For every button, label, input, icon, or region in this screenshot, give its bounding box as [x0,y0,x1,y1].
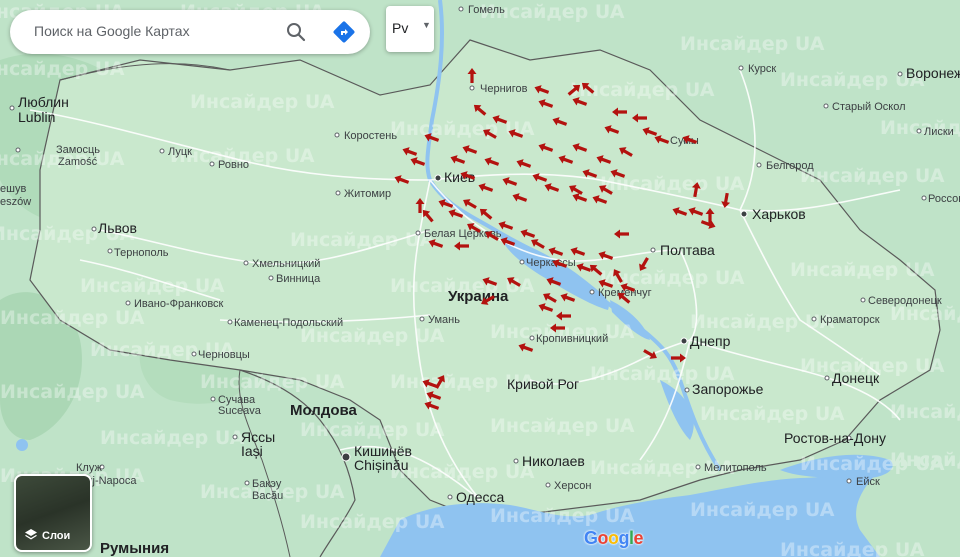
city-label: Iași [241,443,263,459]
city-label: ешув [0,183,26,195]
watermark: Инсайдер UA [790,259,935,281]
city-label: Херсон [554,480,591,492]
city-label: Хмельницкий [252,258,320,270]
watermark: Инсайдер UA [780,69,925,91]
city-label: Кривой Рог [507,376,579,392]
city-label: Ивано-Франковск [134,298,224,310]
layers-label: Слои [42,530,71,542]
search-input[interactable] [32,22,276,40]
city-label: Ростов-на-Дону [784,430,886,446]
watermark: Инсайдер UA [0,381,145,403]
city-label: Бакэу [252,478,282,490]
city-label: Львов [98,220,137,236]
city-label: Россош [928,193,960,205]
watermark: Инсайдер UA [680,33,825,55]
watermark: Инсайдер UA [200,371,345,393]
watermark: Инсайдер UA [190,91,335,113]
country-label: Румыния [100,540,169,557]
watermark: Инсайдер UA [290,229,435,251]
city-label: Клуж [76,462,102,474]
city-label: Полтава [660,242,715,258]
city-label: Северодонецк [868,295,942,307]
city-label: Днепр [690,333,731,349]
watermark: Инсайдер UA [780,539,925,557]
city-label: Bacău [252,490,283,502]
city-label: Николаев [522,453,585,469]
city-label: Винница [276,273,321,285]
google-logo-letter: e [633,528,644,548]
city-label: Люблин [18,94,69,110]
chevron-down-icon: ▼ [422,20,431,30]
language-label: Рv [392,20,409,36]
search-box [10,10,370,54]
country-label: Молдова [290,402,358,419]
city-label: Ейск [856,476,880,488]
city-label: Старый Оскол [832,101,906,113]
city-label: Житомир [344,188,391,200]
watermark: Инсайдер UA [690,499,835,521]
city-label: Lublin [18,109,55,125]
city-label: Замосць [56,144,100,156]
city-label: Suceava [218,405,262,417]
watermark: Инсайдер UA [490,505,635,527]
watermark: Инсайдер UA [0,307,145,329]
watermark: Инсайдер UA [800,165,945,187]
city-label: Черновцы [198,349,250,361]
city-label: Донецк [832,370,880,386]
watermark: Инсайдер UA [300,511,445,533]
city-label: Луцк [168,146,192,158]
city-label: Каменец-Подольский [234,317,343,329]
city-label: Курск [748,63,776,75]
city-label: Кропивницкий [536,333,608,345]
city-label: Гомель [468,4,505,16]
city-label: Коростень [344,130,397,142]
watermark: Инсайдер UA [890,401,960,423]
city-label: Мелитополь [704,462,767,474]
city-label: Чернигов [480,83,528,95]
watermark: Инсайдер UA [0,58,125,80]
map-canvas[interactable]: Инсайдер UA Инсайдер UA Инсайдер UA Инса… [0,0,960,557]
google-logo: Google [584,528,644,549]
directions-icon[interactable] [332,20,356,44]
city-label: Тернополь [114,247,169,259]
city-label: Одесса [456,489,505,505]
google-logo-letter: G [584,528,598,548]
city-label: Белгород [766,160,814,172]
search-icon[interactable] [284,20,308,44]
country-label: Украина [448,288,509,305]
city-label: Умань [428,314,460,326]
watermark: Инсайдер UA [490,415,635,437]
city-label: eszów [0,196,31,208]
watermark: Инсайдер UA [300,419,445,441]
watermark: Инсайдер UA [890,449,960,471]
city-label: Краматорск [820,314,880,326]
watermark: Инсайдер UA [390,461,535,483]
lake [16,439,28,451]
city-label: Воронеж [906,65,960,81]
layers-icon [25,529,37,540]
watermark: Инсайдер UA [80,275,225,297]
language-button[interactable]: Рv ▼ [386,6,434,52]
city-label: Ровно [218,159,249,171]
city-label: Лиски [924,126,954,138]
watermark: Инсайдер UA [690,311,835,333]
google-logo-letter: o [597,528,609,548]
city-label: Харьков [752,206,806,222]
google-logo-letter: g [618,528,630,548]
google-logo-letter: o [608,528,619,548]
city-label: Запорожье [692,381,764,397]
watermark: Инсайдер UA [100,427,245,449]
layers-button[interactable]: Слои [14,474,92,552]
city-label: Chișinău [354,457,408,473]
watermark: Инсайдер UA [700,403,845,425]
city-label: Черкассы [526,257,576,269]
watermark: Инсайдер UA [390,118,535,140]
city-label: Zamość [58,156,98,168]
